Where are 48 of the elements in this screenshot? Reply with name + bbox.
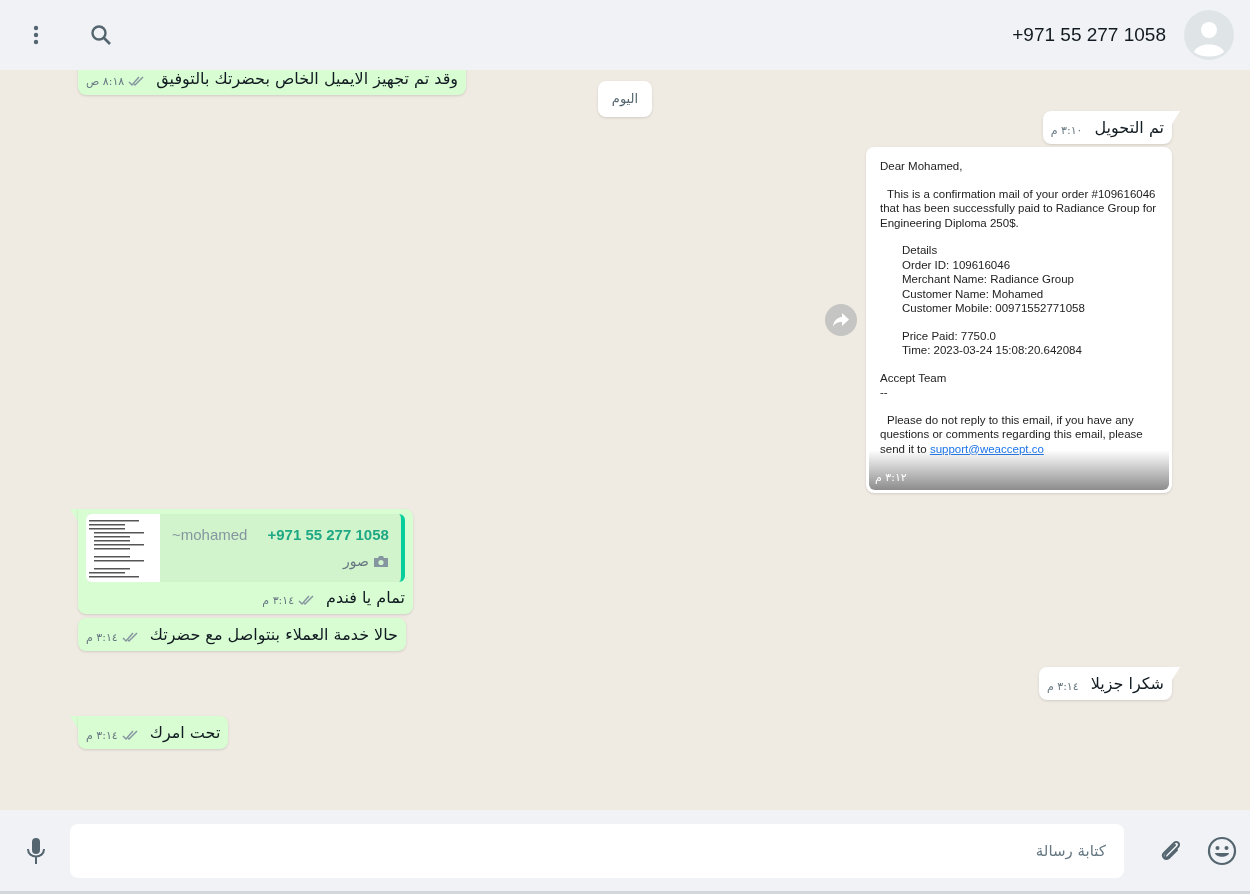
emoji-icon <box>1207 835 1237 866</box>
message-text: تم التحويل <box>1094 117 1164 139</box>
date-pill: اليوم <box>597 81 653 117</box>
email-link[interactable]: support@weaccept.co <box>929 442 1044 455</box>
email-text: Price Paid: 7750.0 <box>902 328 997 343</box>
received-message[interactable]: تم التحويل ٣:١٠ م <box>1042 111 1172 144</box>
email-text: -- <box>880 385 889 400</box>
message-text: وقد تم تجهيز الايميل الخاص بحضرتك بالتوفيق <box>156 70 459 90</box>
double-check-icon <box>298 595 315 607</box>
contact-name[interactable]: +971 55 277 1058 <box>1012 20 1166 50</box>
message-text: تحت امرك <box>149 722 221 744</box>
double-check-icon <box>121 730 138 742</box>
email-text: Accept Team <box>880 370 948 385</box>
email-text: Details <box>902 243 939 258</box>
microphone-icon <box>26 836 46 865</box>
message-time: ٣:١٢ م <box>875 469 907 486</box>
message-time: ٣:١٤ م <box>86 727 118 744</box>
double-check-icon <box>128 76 145 88</box>
forward-icon <box>832 312 850 328</box>
email-text: Customer Mobile: 00971552771058 <box>902 301 1086 316</box>
media-label: صور <box>342 551 369 572</box>
search-icon <box>90 24 112 46</box>
sent-message[interactable]: وقد تم تجهيز الايميل الخاص بحضرتك بالتوفيق ٨:١٨ ص <box>78 70 467 95</box>
email-text: Merchant Name: Radiance Group <box>902 272 1075 287</box>
emoji-button[interactable] <box>1206 834 1238 867</box>
email-text: Customer Name: Mohamed <box>902 286 1045 301</box>
sent-message[interactable]: تحت امرك ٣:١٤ م <box>78 716 229 749</box>
message-input[interactable]: كتابة رسالة <box>70 823 1124 878</box>
message-text: تمام يا فندم <box>326 587 405 609</box>
email-text: Order ID: 109616046 <box>902 257 1012 272</box>
message-time: ٣:١٠ م <box>1050 122 1083 139</box>
email-text: Dear Mohamed, <box>880 159 964 174</box>
received-message[interactable]: شكرا جزيلا ٣:١٤ م <box>1038 667 1172 700</box>
email-text: Please do not reply to this email, if you have any questions or comments regarding this email, please send it to support@weaccept.co <box>880 412 1144 456</box>
quoted-sender-name: ~mohamed <box>172 525 248 546</box>
camera-icon <box>372 554 389 568</box>
message-time: ٣:١٤ م <box>1046 678 1079 695</box>
message-text: حالا خدمة العملاء بنتواصل مع حضرتك <box>149 624 398 646</box>
sent-message[interactable]: حالا خدمة العملاء بنتواصل مع حضرتك ٣:١٤ م <box>78 618 406 651</box>
email-text: Time: 2023-03-24 15:08:20.642084 <box>902 343 1083 358</box>
message-time: ٣:١٤ م <box>262 592 295 609</box>
quoted-sender-phone: +971 55 277 1058 <box>267 525 389 546</box>
message-time: ٣:١٤ م <box>86 629 118 646</box>
menu-icon <box>33 25 39 45</box>
email-text: This is a confirmation mail of your order #109616046 that has been successfully paid to Radiance Group for Engineering Diploma 250$. <box>880 186 1158 230</box>
message-text: شكرا جزيلا <box>1090 673 1164 695</box>
message-time: ٨:١٨ ص <box>86 73 125 90</box>
double-check-icon <box>121 632 138 644</box>
